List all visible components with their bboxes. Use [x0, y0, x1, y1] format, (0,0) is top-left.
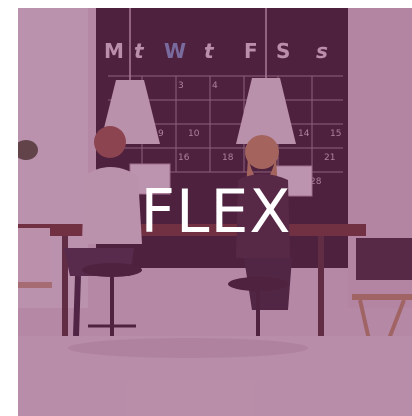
flex-workspace-tile[interactable]: M t W t F S s 3 4 9 10 12 14 15 16 18 21…: [18, 8, 412, 416]
tile-title: FLEX: [140, 177, 292, 247]
